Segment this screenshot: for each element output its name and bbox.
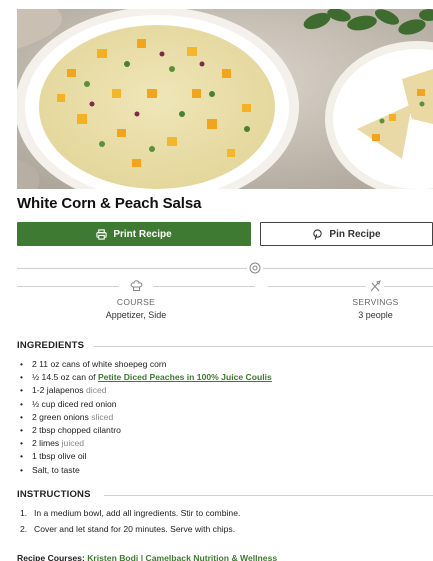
instruction-step: 1. In a medium bowl, add all ingredients.… <box>20 506 240 522</box>
clock-icon <box>247 261 263 275</box>
print-recipe-button[interactable]: Print Recipe <box>17 222 251 246</box>
course-value: Appetizer, Side <box>105 310 167 320</box>
step-number: 1. <box>20 508 28 518</box>
pin-recipe-label: Pin Recipe <box>329 228 381 240</box>
chef-hat-icon <box>129 280 143 292</box>
ingredient-text: ½ cup diced red onion <box>32 398 117 409</box>
course-label: COURSE <box>116 297 156 307</box>
ingredient-text: 2 11 oz cans of white shoepeg corn <box>32 359 167 369</box>
meta-divider <box>17 268 433 269</box>
instructions-rule <box>104 495 433 496</box>
ingredient-note: sliced <box>91 411 114 422</box>
ingredient-item: ½ cup diced red onion <box>20 398 272 411</box>
recipe-title: White Corn & Peach Salsa <box>17 195 202 212</box>
ingredient-text: 1 tbsp olive oil <box>32 451 87 462</box>
step-number: 2. <box>20 523 28 534</box>
instructions-list: 1. In a medium bowl, add all ingredients.… <box>20 506 240 537</box>
ingredient-item: 2 11 oz cans of white shoepeg corn <box>20 358 272 371</box>
recipe-credit: Recipe Courses: Kristen Bodi | Camelback… <box>17 553 277 561</box>
recipe-photo <box>17 9 433 189</box>
instruction-step: 2. Cover and let stand for 20 minutes. Se… <box>20 522 240 538</box>
ingredient-item: Salt, to taste <box>20 464 272 477</box>
ingredient-item: 2 limes juiced <box>20 437 272 450</box>
ingredients-rule <box>94 346 433 347</box>
credit-label: Recipe Courses: <box>17 553 85 561</box>
step-text: Cover and let stand for 20 minutes. Serv… <box>34 523 236 534</box>
ingredient-item: 1-2 jalapenos diced <box>20 384 272 397</box>
instructions-heading: INSTRUCTIONS <box>17 489 91 500</box>
servings-value: 3 people <box>358 310 393 320</box>
ingredient-text: Salt, to taste <box>32 464 80 475</box>
course-rule-right <box>153 286 255 287</box>
ingredient-text: 1-2 jalapenos <box>32 385 84 396</box>
utensils-icon <box>368 280 382 292</box>
ingredients-heading: INGREDIENTS <box>17 340 85 351</box>
pin-recipe-button[interactable]: Pin Recipe <box>260 222 433 246</box>
servings-label: SERVINGS <box>352 297 399 307</box>
ingredient-text: 2 tbsp chopped cilantro <box>32 425 121 436</box>
peaches-product-link[interactable]: Petite Diced Peaches in 100% Juice Couli… <box>98 372 272 382</box>
course-rule-left <box>17 286 119 287</box>
servings-rule-left <box>268 286 366 287</box>
ingredient-item: ½ 14.5 oz can of Petite Diced Peaches in… <box>20 371 272 384</box>
ingredient-note: juiced <box>61 438 85 449</box>
ingredient-text: 2 limes <box>32 438 60 449</box>
ingredient-note: diced <box>86 385 107 396</box>
ingredient-item: 2 tbsp chopped cilantro <box>20 424 272 437</box>
printer-icon <box>96 228 107 240</box>
ingredients-list: 2 11 oz cans of white shoepeg corn ½ 14.… <box>20 358 272 477</box>
print-recipe-label: Print Recipe <box>113 228 172 240</box>
pinterest-icon <box>312 228 323 240</box>
ingredient-item: 1 tbsp olive oil <box>20 450 272 463</box>
ingredient-text: ½ 14.5 oz can of <box>32 372 98 383</box>
servings-rule-right <box>384 286 433 287</box>
credit-link[interactable]: Kristen Bodi | Camelback Nutrition & Wel… <box>87 553 277 561</box>
step-text: In a medium bowl, add all ingredients. S… <box>34 508 241 518</box>
ingredient-text: 2 green onions <box>32 411 89 422</box>
ingredient-item: 2 green onions sliced <box>20 411 272 424</box>
